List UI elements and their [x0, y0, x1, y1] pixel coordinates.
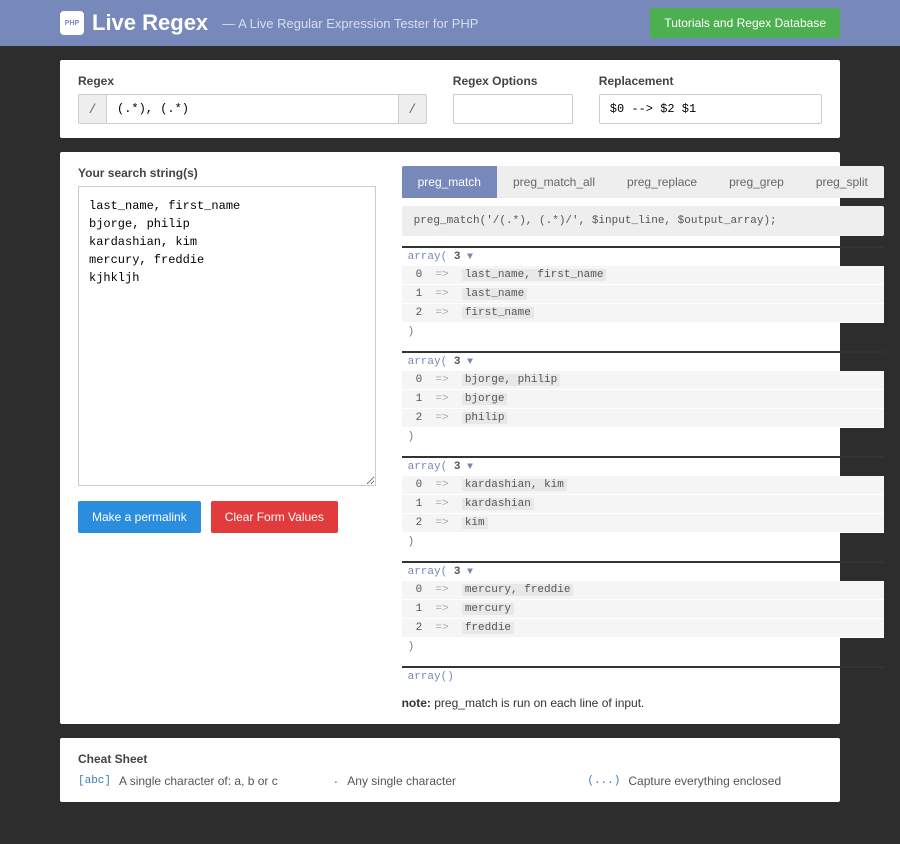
array-row: 0 => last_name, first_name: [402, 266, 884, 285]
tutorials-button[interactable]: Tutorials and Regex Database: [650, 8, 840, 38]
cheat-item: .Any single character: [333, 774, 568, 788]
regex-input[interactable]: [106, 94, 399, 124]
array-row: 1 => mercury: [402, 600, 884, 619]
tab-preg-grep[interactable]: preg_grep: [713, 166, 800, 198]
note: note: preg_match is run on each line of …: [402, 696, 884, 710]
regex-delim-right: /: [399, 94, 427, 124]
empty-result: array(): [402, 666, 884, 686]
code-preview: preg_match('/(.*), (.*)/', $input_line, …: [402, 206, 884, 236]
array-row: 0 => kardashian, kim: [402, 476, 884, 495]
array-row: 2 => freddie: [402, 619, 884, 638]
result-array: array( 3 ▼0 => bjorge, philip1 => bjorge…: [402, 351, 884, 446]
replacement-label: Replacement: [599, 74, 822, 88]
regex-delim-left: /: [78, 94, 106, 124]
search-textarea[interactable]: [78, 186, 376, 486]
array-row: 2 => philip: [402, 409, 884, 428]
tab-preg-split[interactable]: preg_split: [800, 166, 884, 198]
array-row: 0 => mercury, freddie: [402, 581, 884, 600]
tab-preg-match[interactable]: preg_match: [402, 166, 497, 198]
result-array: array( 3 ▼0 => last_name, first_name1 =>…: [402, 246, 884, 341]
array-row: 2 => first_name: [402, 304, 884, 323]
php-logo-icon: PHP: [60, 11, 84, 35]
results-area: array( 3 ▼0 => last_name, first_name1 =>…: [402, 246, 884, 656]
options-label: Regex Options: [453, 74, 573, 88]
regex-label: Regex: [78, 74, 427, 88]
cheatsheet-panel: Cheat Sheet [abc]A single character of: …: [60, 738, 840, 802]
replacement-input[interactable]: [599, 94, 822, 124]
result-array: array( 3 ▼0 => mercury, freddie1 => merc…: [402, 561, 884, 656]
main-panel: Your search string(s) Make a permalink C…: [60, 152, 840, 724]
site-subtitle: — A Live Regular Expression Tester for P…: [222, 16, 478, 31]
permalink-button[interactable]: Make a permalink: [78, 501, 201, 533]
cheatsheet-title: Cheat Sheet: [78, 752, 822, 766]
header: PHP Live Regex — A Live Regular Expressi…: [0, 0, 900, 46]
tab-preg-replace[interactable]: preg_replace: [611, 166, 713, 198]
search-label: Your search string(s): [78, 166, 376, 180]
array-row: 1 => kardashian: [402, 495, 884, 514]
cheat-item: (...)Capture everything enclosed: [587, 774, 822, 788]
array-row: 2 => kim: [402, 514, 884, 533]
brand: PHP Live Regex — A Live Regular Expressi…: [60, 10, 478, 36]
clear-button[interactable]: Clear Form Values: [211, 501, 338, 533]
function-tabs: preg_matchpreg_match_allpreg_replacepreg…: [402, 166, 884, 198]
array-row: 1 => last_name: [402, 285, 884, 304]
result-array: array( 3 ▼0 => kardashian, kim1 => karda…: [402, 456, 884, 551]
options-input[interactable]: [453, 94, 573, 124]
tab-preg-match-all[interactable]: preg_match_all: [497, 166, 611, 198]
array-row: 1 => bjorge: [402, 390, 884, 409]
array-row: 0 => bjorge, philip: [402, 371, 884, 390]
regex-panel: Regex / / Regex Options Replacement: [60, 60, 840, 138]
cheat-item: [abc]A single character of: a, b or c: [78, 774, 313, 788]
site-title: Live Regex: [92, 10, 208, 36]
